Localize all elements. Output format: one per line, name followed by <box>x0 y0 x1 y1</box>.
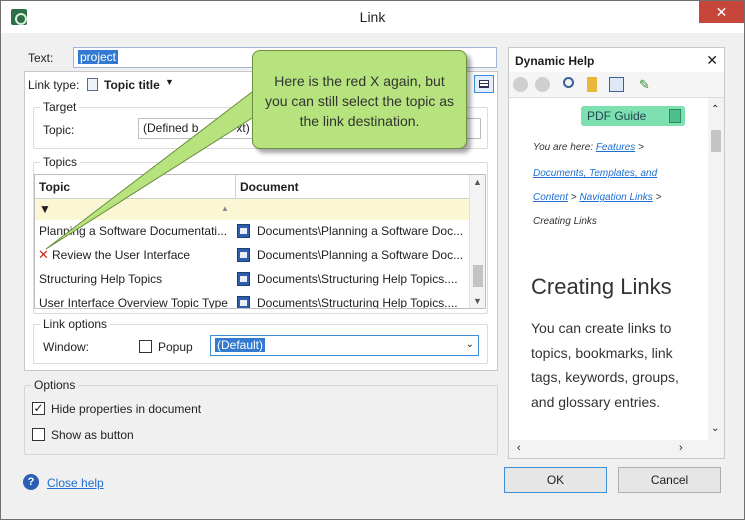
breadcrumb-prefix: You are here: <box>533 142 594 153</box>
link-options-title: Link options <box>40 317 111 331</box>
pin-icon[interactable]: ✎ <box>639 77 654 92</box>
row-document: Documents\Planning a Software Doc... <box>257 248 464 262</box>
show-as-button-label: Show as button <box>51 428 134 442</box>
table-row[interactable]: Structuring Help Topics Documents\Struct… <box>35 268 471 292</box>
row-topic: Structuring Help Topics <box>39 272 163 286</box>
options-group: Options <box>24 378 498 455</box>
help-paragraph: You can create links to topics, bookmark… <box>531 320 679 410</box>
breadcrumb-link-documents[interactable]: Documents, Templates, and <box>533 168 657 179</box>
help-close-icon[interactable]: ✕ <box>706 52 718 69</box>
breadcrumb-current: Creating Links <box>533 216 597 227</box>
window-select[interactable]: (Default) ⌄ <box>210 335 479 356</box>
forward-icon[interactable] <box>535 77 550 92</box>
callout-box: Here is the red X again, but you can sti… <box>252 50 467 149</box>
dynamic-help-title: Dynamic Help <box>515 54 595 68</box>
options-group-title: Options <box>31 378 79 392</box>
help-content: PDF Guide You are here: Features > Docum… <box>509 98 708 440</box>
ok-button[interactable]: OK <box>504 467 607 493</box>
scroll-up-icon[interactable]: ⌃ <box>711 104 719 115</box>
callout-text: Here is the red X again, but you can sti… <box>264 73 455 129</box>
pdf-guide-label: PDF Guide <box>587 109 647 123</box>
window-title: Link <box>359 9 386 25</box>
table-view-button[interactable] <box>474 75 494 93</box>
chevron-down-icon: ⌄ <box>465 339 474 350</box>
bookmark-icon[interactable] <box>587 77 597 92</box>
help-scrollbar[interactable]: ⌃ ⌄ <box>708 98 724 440</box>
row-topic: User Interface Overview Topic Type <box>39 296 228 309</box>
popup-label: Popup <box>158 340 193 354</box>
hide-properties-label: Hide properties in document <box>51 402 202 416</box>
table-row[interactable]: User Interface Overview Topic Type Docum… <box>35 292 471 309</box>
breadcrumb: You are here: Features > <box>533 142 644 153</box>
callout-pointer <box>45 88 272 250</box>
window-close-button[interactable]: ✕ <box>699 1 744 23</box>
row-document: Documents\Structuring Help Topics.... <box>257 296 458 309</box>
scroll-up-icon[interactable]: ▲ <box>473 177 482 187</box>
scroll-left-icon[interactable]: ‹ <box>517 442 521 454</box>
scroll-down-icon[interactable]: ▼ <box>473 296 482 306</box>
breadcrumb-link-navigation[interactable]: Navigation Links <box>579 192 652 203</box>
link-dialog: Link ✕ Text: project Link type: Topic ti… <box>0 0 745 520</box>
breadcrumb-link-features[interactable]: Features <box>596 142 635 153</box>
book-icon[interactable] <box>609 77 624 92</box>
search-icon[interactable] <box>563 77 574 88</box>
scroll-thumb[interactable] <box>711 130 721 152</box>
breadcrumb-line: Documents, Templates, and <box>533 168 657 179</box>
pdf-guide-button[interactable]: PDF Guide <box>581 106 685 126</box>
breadcrumb-line: Content > Navigation Links > <box>533 192 662 203</box>
help-horizontal-scrollbar[interactable]: ‹ › <box>509 440 724 458</box>
window-select-value: (Default) <box>215 338 266 352</box>
word-document-icon <box>237 296 250 308</box>
row-document: Documents\Planning a Software Doc... <box>257 224 464 238</box>
back-icon[interactable] <box>513 77 528 92</box>
grid-icon <box>479 80 489 88</box>
help-icon[interactable]: ? <box>23 474 39 490</box>
popup-checkbox[interactable] <box>139 340 152 353</box>
title-bar: Link ✕ <box>1 1 744 33</box>
word-document-icon <box>237 272 250 286</box>
scroll-right-icon[interactable]: › <box>679 442 683 454</box>
scroll-down-icon[interactable]: ⌄ <box>711 423 719 434</box>
dynamic-help-pane: Dynamic Help ✕ ✎ PDF Guide You are here:… <box>508 47 725 459</box>
cancel-button[interactable]: Cancel <box>618 467 721 493</box>
hide-properties-checkbox[interactable]: ✓ <box>32 402 45 415</box>
close-help-link[interactable]: Close help <box>47 476 104 490</box>
help-toolbar: ✎ <box>509 72 724 98</box>
pdf-icon <box>669 109 681 123</box>
window-label: Window: <box>43 340 90 354</box>
row-document: Documents\Structuring Help Topics.... <box>257 272 458 286</box>
breadcrumb-link-content[interactable]: Content <box>533 192 568 203</box>
show-as-button-checkbox[interactable] <box>32 428 45 441</box>
scroll-thumb[interactable] <box>473 265 483 287</box>
help-heading: Creating Links <box>531 274 672 299</box>
topics-scrollbar[interactable]: ▲ ▼ <box>469 175 485 308</box>
